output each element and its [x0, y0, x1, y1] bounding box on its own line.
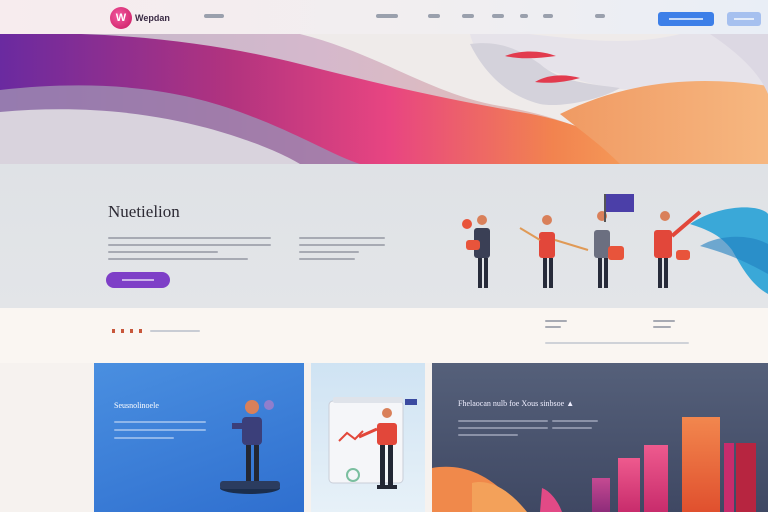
chart-bar: [644, 445, 668, 512]
body-text-line: [108, 258, 248, 260]
nav-link-4[interactable]: [462, 14, 474, 18]
strip-text-line: [653, 342, 689, 344]
card-text-line: [114, 421, 206, 423]
top-nav: W Wepdan: [0, 0, 768, 34]
body-text-line: [108, 251, 218, 253]
nav-link-5[interactable]: [492, 14, 504, 18]
strip-text-line: [653, 320, 675, 322]
chart-bar: [592, 478, 610, 512]
primary-nav-button[interactable]: [658, 12, 714, 26]
team-illustration: [462, 194, 768, 294]
feature-title: Nuetielion: [108, 202, 180, 221]
strip-text-line: [545, 326, 561, 328]
chart-bar: [724, 443, 734, 512]
cta-button[interactable]: [106, 272, 170, 288]
body-text-line: [108, 244, 271, 246]
page: W Wepdan Nuetielion Seusnolinoele Fhelao…: [0, 0, 768, 512]
logo-icon: W: [110, 7, 132, 29]
body-text-line: [108, 237, 271, 239]
info-strip: [0, 308, 768, 363]
card-2[interactable]: [311, 363, 425, 512]
strip-text-line: [545, 342, 665, 344]
card-3[interactable]: Fhelaocan nulb foe Xous sinbsoe ▲: [432, 363, 768, 512]
analytics-illustration: [328, 397, 417, 489]
body-text-line: [299, 237, 385, 239]
nav-link-1[interactable]: [204, 14, 224, 18]
body-text-line: [299, 258, 355, 260]
feature-section: Nuetielion: [0, 164, 768, 308]
body-text-line: [299, 244, 385, 246]
person-figure: [594, 194, 634, 288]
chart-bar: [618, 458, 640, 512]
person-figure: [462, 215, 490, 288]
nav-link-3[interactable]: [428, 14, 440, 18]
card-title: Seusnolinoele: [114, 401, 159, 410]
chart-bar: [682, 417, 720, 512]
bar-chart-illustration: [432, 417, 756, 512]
strip-text-line: [150, 330, 200, 332]
hero-waves-illustration: [0, 34, 768, 164]
strip-text-line: [545, 320, 567, 322]
logo[interactable]: W Wepdan: [110, 7, 170, 29]
hero-banner: [0, 34, 768, 164]
card-1[interactable]: Seusnolinoele: [94, 363, 304, 512]
person-figure: [519, 215, 589, 288]
secondary-nav-button[interactable]: [727, 12, 761, 26]
nav-link-7[interactable]: [543, 14, 553, 18]
rating-dots: [112, 329, 148, 333]
logo-text: Wepdan: [135, 13, 170, 23]
card-text-line: [114, 429, 206, 431]
card-text-line: [114, 437, 174, 439]
nav-link-8[interactable]: [595, 14, 605, 18]
body-text-line: [299, 251, 359, 253]
nav-link-6[interactable]: [520, 14, 528, 18]
chart-bar: [736, 443, 756, 512]
strip-text-line: [653, 326, 671, 328]
presenter-illustration: [220, 400, 280, 494]
nav-link-2[interactable]: [376, 14, 398, 18]
